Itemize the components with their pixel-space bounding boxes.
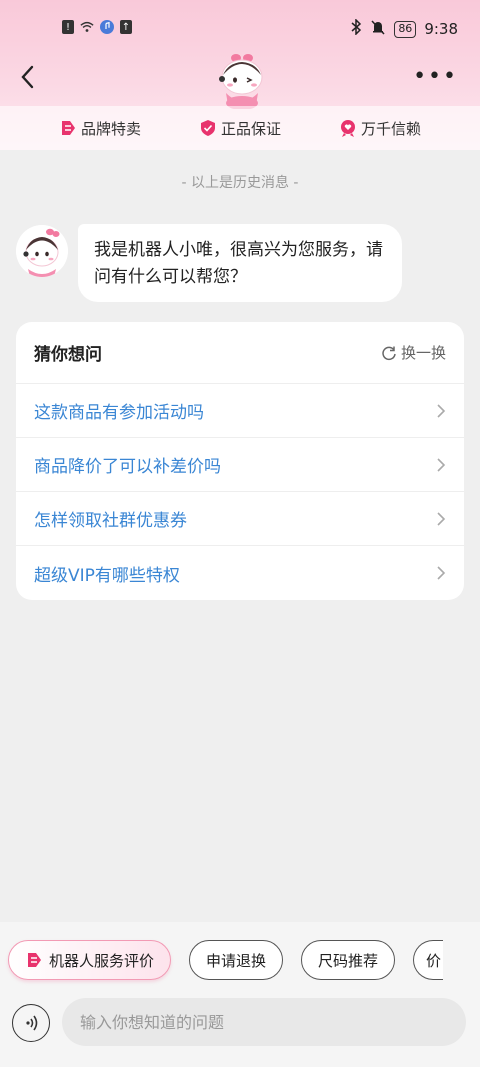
rate-service-chip[interactable]: 机器人服务评价 bbox=[8, 940, 172, 980]
refresh-label: 换一换 bbox=[400, 344, 446, 362]
bot-message-bubble: 我是机器人小唯，很高兴为您服务，请问有什么可以帮您？ bbox=[78, 224, 402, 302]
status-bar: ! ↑ 86 9:38 bbox=[0, 18, 480, 42]
chip-label: 价 bbox=[426, 951, 442, 970]
voice-input-button[interactable] bbox=[12, 1004, 50, 1042]
question-text: 超级VIP有哪些特权 bbox=[34, 565, 180, 586]
wifi-icon bbox=[80, 20, 94, 34]
bluetooth-icon bbox=[350, 18, 362, 39]
refresh-icon bbox=[382, 346, 396, 360]
more-chip-partial[interactable]: 价 bbox=[413, 940, 444, 980]
chevron-left-icon bbox=[21, 65, 34, 89]
chevron-right-icon bbox=[437, 566, 446, 580]
refresh-button[interactable]: 换一换 bbox=[381, 342, 446, 363]
voice-icon bbox=[26, 1015, 38, 1031]
bot-avatar[interactable] bbox=[16, 225, 68, 277]
chip-label: 机器人服务评价 bbox=[49, 951, 155, 970]
question-text: 商品降价了可以补差价吗 bbox=[34, 457, 221, 477]
alert-icon: ! bbox=[62, 20, 74, 34]
guarantee-trust: 万千信赖 bbox=[339, 118, 421, 139]
robot-mascot-icon bbox=[16, 225, 68, 277]
guarantee-label: 正品保证 bbox=[220, 119, 281, 138]
chip-label: 申请退换 bbox=[206, 951, 267, 970]
quick-chips: 机器人服务评价 申请退换 尺码推荐 价 bbox=[8, 940, 444, 980]
nav-bar: ••• bbox=[0, 50, 480, 110]
question-item[interactable]: 怎样领取社群优惠券 bbox=[16, 492, 464, 546]
header-area: ! ↑ 86 9:38 ••• 品牌特卖 正品保证 万千信赖 bbox=[0, 0, 480, 150]
upload-icon: ↑ bbox=[120, 20, 132, 34]
chip-label: 尺码推荐 bbox=[318, 951, 379, 970]
question-text: 这款商品有参加活动吗 bbox=[34, 403, 204, 423]
tag-icon bbox=[61, 121, 75, 135]
guess-header: 猜你想问 换一换 bbox=[16, 322, 464, 384]
question-item[interactable]: 商品降价了可以补差价吗 bbox=[16, 438, 464, 492]
guarantee-authentic: 正品保证 bbox=[199, 118, 281, 139]
chevron-right-icon bbox=[437, 457, 446, 472]
guess-title: 猜你想问 bbox=[34, 345, 102, 365]
guarantee-bar: 品牌特卖 正品保证 万千信赖 bbox=[0, 106, 480, 150]
clock-time: 9:38 bbox=[424, 20, 458, 38]
battery-indicator: 86 bbox=[394, 20, 417, 38]
size-recommend-chip[interactable]: 尺码推荐 bbox=[301, 940, 396, 980]
question-item[interactable]: 这款商品有参加活动吗 bbox=[16, 384, 464, 438]
shield-check-icon bbox=[200, 120, 215, 136]
tag-icon bbox=[28, 953, 41, 967]
chevron-right-icon bbox=[437, 511, 446, 526]
music-icon bbox=[100, 20, 114, 34]
question-input[interactable] bbox=[62, 998, 466, 1046]
guess-questions-card: 猜你想问 换一换 这款商品有参加活动吗 商品降价了可以补差价吗 怎样领取社群优惠… bbox=[16, 322, 464, 600]
history-divider: - 以上是历史消息 - bbox=[181, 175, 299, 191]
guarantee-brand-sale: 品牌特卖 bbox=[59, 118, 141, 139]
ribbon-heart-icon bbox=[340, 120, 355, 137]
refund-chip[interactable]: 申请退换 bbox=[189, 940, 284, 980]
chevron-right-icon bbox=[437, 403, 446, 418]
back-button[interactable] bbox=[16, 62, 40, 92]
guarantee-label: 品牌特卖 bbox=[80, 119, 141, 138]
more-options-button[interactable]: ••• bbox=[413, 64, 458, 89]
question-text: 怎样领取社群优惠券 bbox=[34, 511, 187, 531]
robot-mascot-avatar bbox=[210, 53, 274, 110]
mute-bell-icon bbox=[370, 19, 386, 39]
bottom-panel: 机器人服务评价 申请退换 尺码推荐 价 bbox=[0, 922, 480, 1067]
question-item[interactable]: 超级VIP有哪些特权 bbox=[16, 546, 464, 600]
guarantee-label: 万千信赖 bbox=[360, 119, 421, 138]
